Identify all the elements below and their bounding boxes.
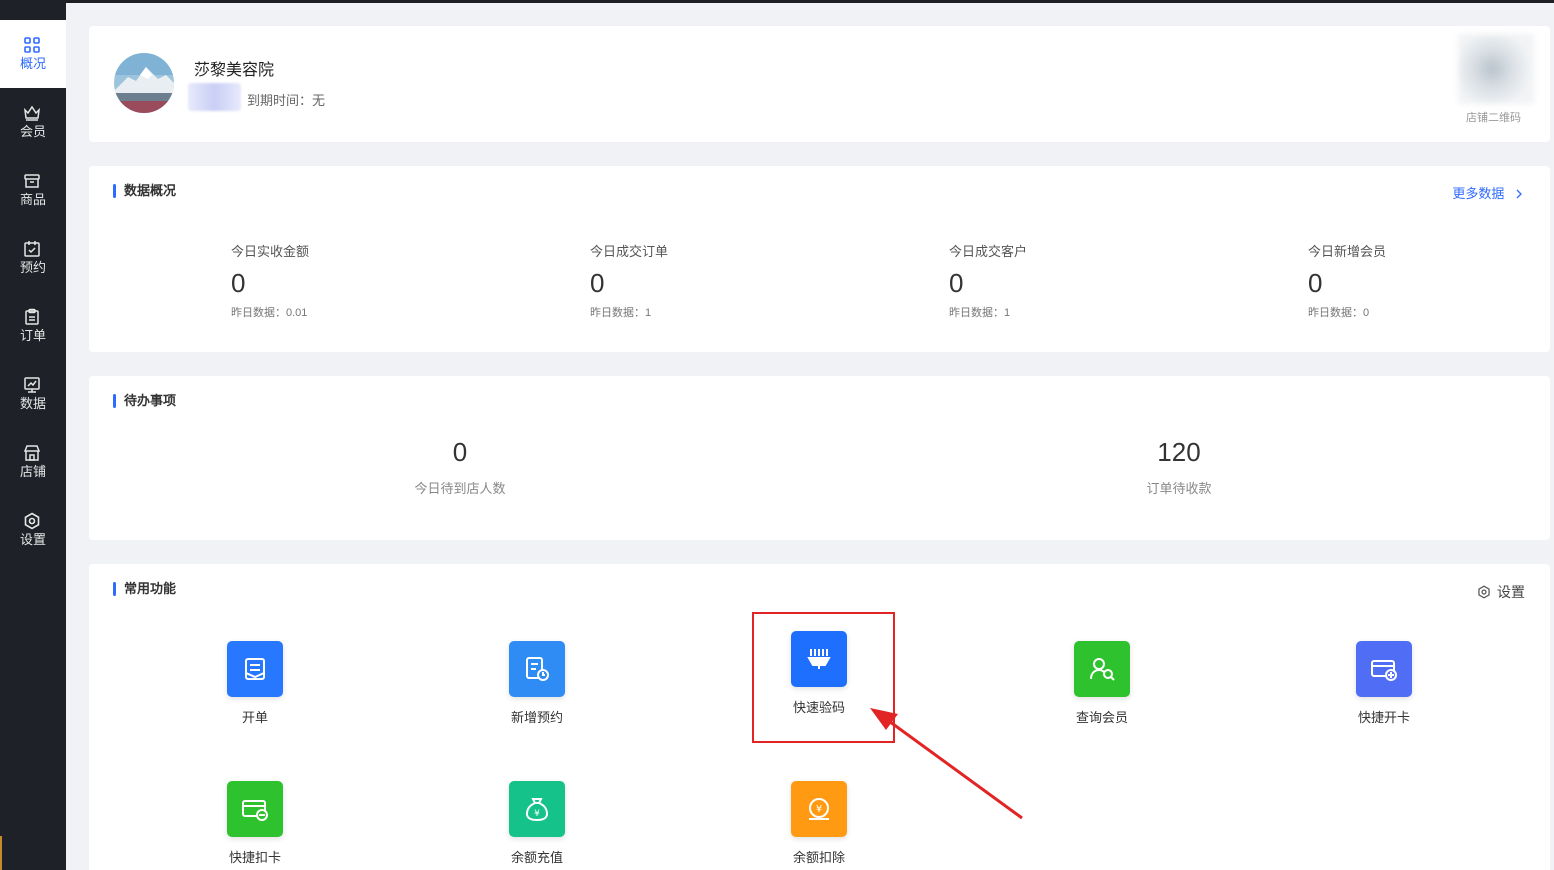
monitor-chart-icon xyxy=(24,377,40,393)
todo-label: 今日待到店人数 xyxy=(414,481,506,496)
sidebar-item-settings[interactable]: 设置 xyxy=(0,496,66,564)
coin-deduct-icon: ¥ xyxy=(809,798,829,820)
section-title: 待办事项 xyxy=(113,393,176,409)
gear-icon xyxy=(1478,585,1490,599)
sidebar-item-order[interactable]: 订单 xyxy=(0,292,66,360)
store-box-icon xyxy=(24,174,40,188)
sidebar: 概况 会员 商品 预约 订单 数据 店铺 设置 xyxy=(0,0,66,870)
chevron-right-icon xyxy=(1516,189,1522,199)
grid-icon xyxy=(24,37,40,53)
shop-name: 莎黎美容院 xyxy=(194,62,275,79)
func-label: 余额充值 xyxy=(510,850,563,865)
stat-yesterday: 昨日数据：1 xyxy=(590,307,652,319)
svg-text:¥: ¥ xyxy=(816,804,822,815)
annotation-arrow xyxy=(870,708,1023,820)
todo-receivables[interactable]: 120 订单待收款 xyxy=(1079,436,1279,497)
stat-value: 0 xyxy=(1308,268,1323,298)
sidebar-item-overview[interactable]: 概况 xyxy=(0,20,66,88)
tile: ¥ xyxy=(509,781,565,837)
sidebar-item-label: 概况 xyxy=(19,56,46,71)
section-title: 数据概况 xyxy=(113,183,176,199)
deduct-card-icon xyxy=(242,800,268,821)
func-open-order[interactable]: 开单 xyxy=(195,641,315,726)
settings-label: 设置 xyxy=(1497,584,1525,600)
todo-card: 待办事项 0 今日待到店人数 120 订单待收款 xyxy=(89,376,1550,540)
stat-today-new-members: 今日新增会员 0 昨日数据：0 xyxy=(1308,241,1554,320)
func-label: 余额扣除 xyxy=(792,850,845,865)
top-bar xyxy=(0,0,1554,3)
func-quick-deduct-card[interactable]: 快捷扣卡 xyxy=(195,781,315,866)
data-overview-card: 数据概况 更多数据 今日实收金额 0 昨日数据：0.01 今日成交订单 0 昨日… xyxy=(89,166,1550,352)
tile xyxy=(1356,641,1412,697)
open-order-icon xyxy=(245,658,265,680)
new-appointment-icon xyxy=(526,657,549,681)
stat-title: 今日成交订单 xyxy=(590,244,669,259)
blurred-account-badge xyxy=(188,83,241,111)
tile xyxy=(227,641,283,697)
section-title: 常用功能 xyxy=(113,581,176,597)
stat-value: 0 xyxy=(231,268,246,298)
sidebar-item-member[interactable]: 会员 xyxy=(0,88,66,156)
func-search-member[interactable]: 查询会员 xyxy=(1042,641,1162,726)
tile xyxy=(227,781,283,837)
stat-title: 今日实收金额 xyxy=(231,244,310,259)
search-member-icon xyxy=(1090,658,1115,681)
qr-code-label: 店铺二维码 xyxy=(1466,112,1521,124)
stat-today-revenue: 今日实收金额 0 昨日数据：0.01 xyxy=(231,241,531,320)
sidebar-item-appointment[interactable]: 预约 xyxy=(0,224,66,292)
stat-today-orders: 今日成交订单 0 昨日数据：1 xyxy=(590,241,890,320)
functions-settings-button[interactable]: 设置 xyxy=(1477,582,1525,602)
calendar-check-icon xyxy=(24,241,40,257)
func-label: 查询会员 xyxy=(1075,710,1128,725)
func-label: 快捷扣卡 xyxy=(228,850,281,865)
stat-yesterday: 昨日数据：1 xyxy=(949,307,1011,319)
more-data-label: 更多数据 xyxy=(1452,186,1505,201)
func-label: 新增预约 xyxy=(510,710,563,725)
sidebar-item-label: 数据 xyxy=(19,396,46,411)
sidebar-item-label: 预约 xyxy=(19,260,46,275)
func-label: 快捷开卡 xyxy=(1357,710,1410,725)
func-quick-open-card[interactable]: 快捷开卡 xyxy=(1324,641,1444,726)
sidebar-item-shop[interactable]: 店铺 xyxy=(0,428,66,496)
gear-icon xyxy=(24,512,40,530)
shop-qr-code[interactable] xyxy=(1458,34,1534,104)
svg-text:¥: ¥ xyxy=(534,809,540,819)
todo-value: 120 xyxy=(1157,437,1201,467)
stat-title: 今日新增会员 xyxy=(1308,244,1387,259)
sidebar-item-label: 商品 xyxy=(19,192,46,207)
money-bag-icon: ¥ xyxy=(525,798,549,822)
sidebar-item-goods[interactable]: 商品 xyxy=(0,156,66,224)
stat-yesterday: 昨日数据：0 xyxy=(1308,307,1370,319)
expire-time: 到期时间：无 xyxy=(247,93,326,108)
func-label: 开单 xyxy=(241,710,268,725)
stat-yesterday: 昨日数据：0.01 xyxy=(231,307,308,319)
clipboard-icon xyxy=(25,308,39,325)
sidebar-item-data[interactable]: 数据 xyxy=(0,360,66,428)
crown-icon xyxy=(23,105,41,121)
todo-arrivals[interactable]: 0 今日待到店人数 xyxy=(360,436,560,497)
shop-info-card: 莎黎美容院 到期时间：无 店铺二维码 xyxy=(89,26,1550,142)
tile xyxy=(509,641,565,697)
stat-value: 0 xyxy=(949,268,964,298)
stat-value: 0 xyxy=(590,268,605,298)
sidebar-item-label: 设置 xyxy=(19,532,46,547)
func-balance-recharge[interactable]: ¥ 余额充值 xyxy=(477,781,597,866)
stat-today-customers: 今日成交客户 0 昨日数据：1 xyxy=(949,241,1249,320)
func-new-appointment[interactable]: 新增预约 xyxy=(477,641,597,726)
sidebar-item-label: 订单 xyxy=(19,328,46,343)
open-card-icon xyxy=(1371,660,1397,681)
shop-icon xyxy=(23,445,41,461)
tile xyxy=(1074,641,1130,697)
more-data-link[interactable]: 更多数据 xyxy=(1452,183,1524,202)
sidebar-item-label: 店铺 xyxy=(19,464,46,479)
sidebar-item-label: 会员 xyxy=(19,124,46,139)
shop-avatar[interactable] xyxy=(114,53,174,113)
tile: ¥ xyxy=(791,781,847,837)
stat-title: 今日成交客户 xyxy=(949,244,1028,259)
todo-value: 0 xyxy=(452,437,468,467)
resize-handle[interactable] xyxy=(0,836,6,870)
todo-label: 订单待收款 xyxy=(1146,481,1212,496)
